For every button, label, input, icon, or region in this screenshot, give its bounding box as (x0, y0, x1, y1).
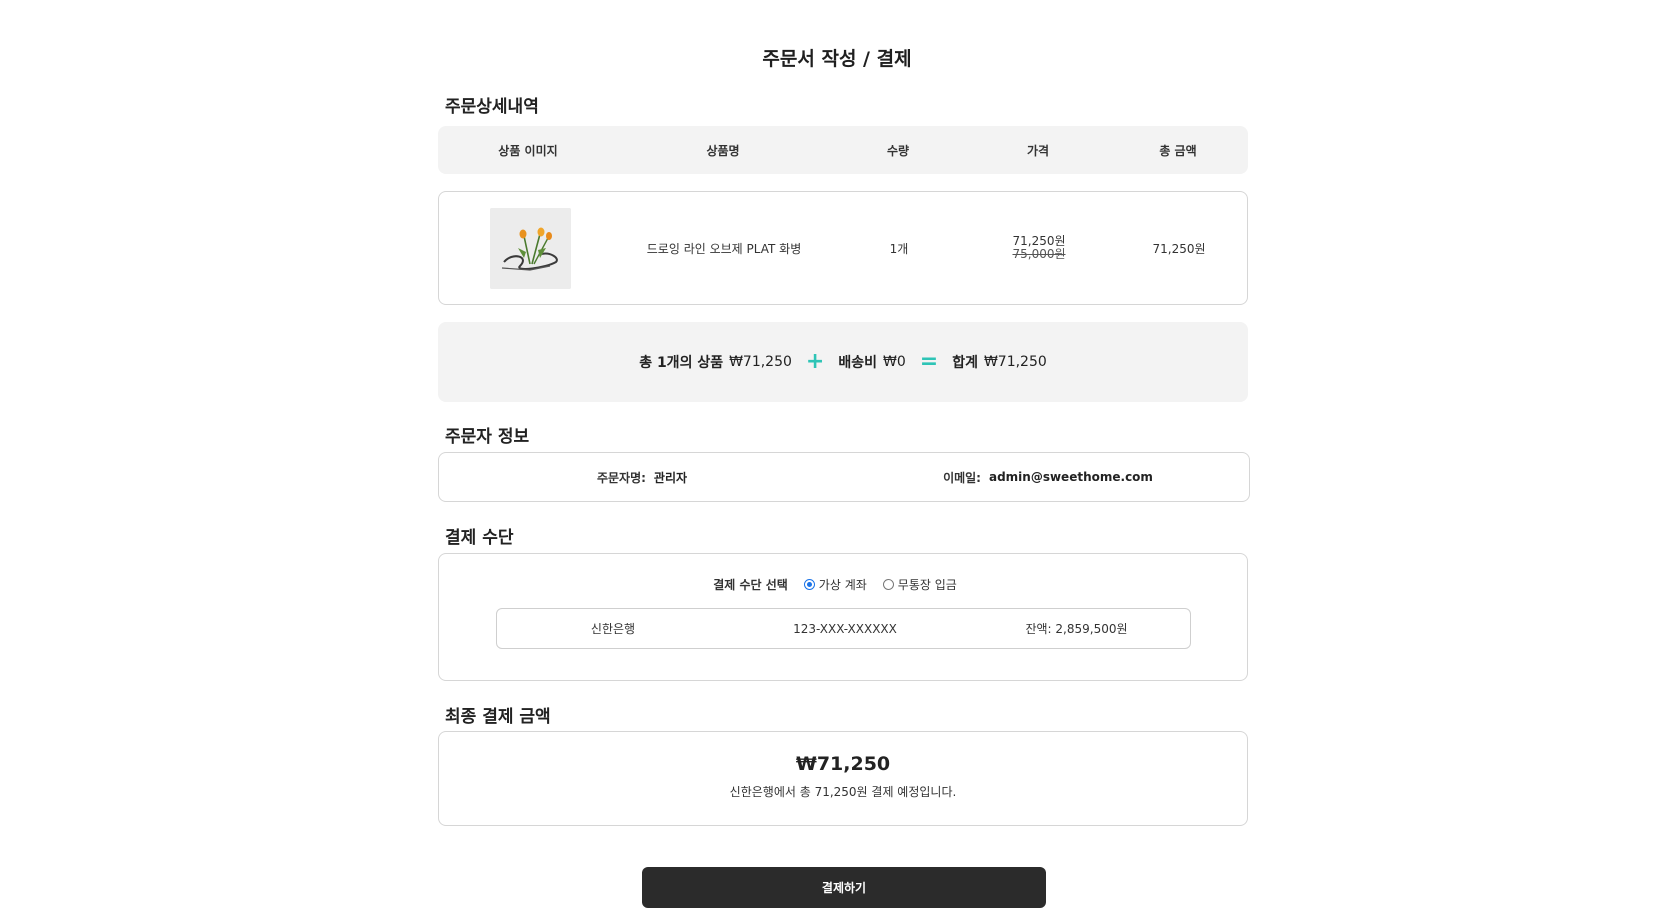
account-info: 신한은행 123-XXX-XXXXXX 잔액: 2,859,500원 (496, 608, 1191, 649)
orderer-info-box: 주문자명: 관리자 이메일: admin@sweethome.com (438, 452, 1250, 502)
product-total: 71,250원 (1152, 241, 1206, 256)
section-title-payment-method: 결제 수단 (445, 528, 514, 548)
header-quantity: 수량 (886, 143, 910, 158)
section-title-final-amount: 최종 결제 금액 (445, 707, 551, 727)
summary-total-label: 합계 (952, 355, 978, 371)
radio-unchecked-icon[interactable] (882, 579, 894, 590)
payment-option-virtual-account[interactable]: 가상 계좌 (803, 576, 867, 593)
summary-items-label: 총 1개의 상품 (639, 355, 724, 371)
account-balance: 잔액: 2,859,500원 (1025, 622, 1128, 636)
order-summary: 총 1개의 상품 ₩71,250 + 배송비 ₩0 = 합계 ₩71,250 (438, 322, 1248, 402)
header-total: 총 금액 (1159, 143, 1197, 158)
account-bank: 신한은행 (590, 622, 636, 636)
product-original-price: 75,000원 (1012, 247, 1066, 261)
product-quantity: 1개 (889, 241, 909, 256)
orderer-name-label: 주문자명: (596, 470, 646, 485)
order-table-header: 상품 이미지 상품명 수량 가격 총 금액 (438, 126, 1248, 174)
final-amount-box: ₩71,250 신한은행에서 총 71,250원 결제 예정입니다. (438, 731, 1248, 826)
payment-option-bank-transfer[interactable]: 무통장 입금 (882, 576, 957, 593)
payment-select-label: 결제 수단 선택 (713, 578, 788, 592)
radio-checked-icon[interactable] (803, 579, 815, 590)
payment-option-label: 가상 계좌 (818, 578, 867, 592)
final-amount-note: 신한은행에서 총 71,250원 결제 예정입니다. (729, 785, 957, 799)
checkout-page: 주문서 작성 / 결제 주문상세내역 상품 이미지 상품명 수량 가격 총 금액 (0, 0, 1674, 924)
summary-total-amount: ₩71,250 (983, 354, 1047, 370)
summary-items-amount: ₩71,250 (729, 354, 792, 370)
account-number: 123-XXX-XXXXXX (793, 621, 897, 636)
orderer-name: 주문자명: 관리자 (439, 453, 845, 501)
header-product-name: 상품명 (706, 143, 740, 158)
summary-shipping-label: 배송비 (838, 355, 877, 371)
product-image (490, 208, 571, 289)
payment-option-label: 무통장 입금 (897, 578, 957, 592)
payment-select: 결제 수단 선택 가상 계좌 무통장 입금 (439, 576, 1247, 593)
section-title-orderer-info: 주문자 정보 (445, 427, 530, 447)
product-name: 드로잉 라인 오브제 PLAT 화병 (646, 241, 802, 256)
orderer-email: 이메일: admin@sweethome.com (845, 453, 1251, 501)
plus-icon: + (805, 349, 825, 374)
page-title: 주문서 작성 / 결제 (762, 48, 912, 70)
header-price: 가격 (1026, 143, 1050, 158)
header-image: 상품 이미지 (498, 143, 558, 158)
summary-shipping-amount: ₩0 (883, 354, 906, 370)
orderer-name-value: 관리자 (653, 470, 688, 485)
table-row: 드로잉 라인 오브제 PLAT 화병 1개 71,250원 75,000원 71… (438, 191, 1248, 305)
equals-icon: = (919, 349, 939, 374)
product-price-cell: 71,250원 75,000원 (969, 192, 1109, 304)
orderer-email-label: 이메일: (943, 470, 981, 485)
section-title-order-details: 주문상세내역 (445, 97, 539, 117)
final-amount: ₩71,250 (795, 753, 891, 775)
pay-button[interactable]: 결제하기 (642, 867, 1046, 908)
payment-method-box: 결제 수단 선택 가상 계좌 무통장 입금 신한은행 123-XXX-XXXXX… (438, 553, 1248, 681)
orderer-email-value: admin@sweethome.com (988, 470, 1153, 484)
